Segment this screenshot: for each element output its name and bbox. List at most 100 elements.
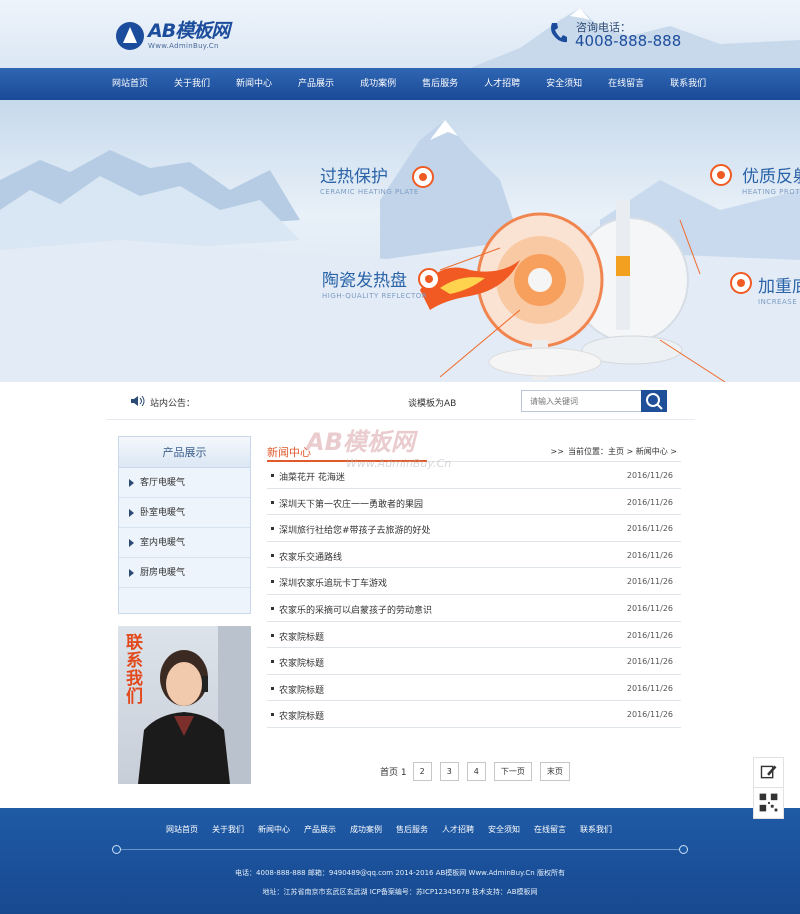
next-page-button[interactable]: 下一页 bbox=[493, 762, 532, 781]
qr-code-button[interactable] bbox=[753, 788, 784, 819]
news-row-title: 油菜花开 花海迷 bbox=[279, 473, 345, 483]
nav-item-service[interactable]: 售后服务 bbox=[422, 68, 458, 100]
nav-item-about[interactable]: 关于我们 bbox=[174, 68, 210, 100]
news-row[interactable]: 农家院标题 2016/11/26 bbox=[267, 648, 681, 675]
logo-mark-icon bbox=[116, 22, 144, 50]
news-row[interactable]: 农家院标题 2016/11/26 bbox=[267, 622, 681, 649]
news-row-date: 2016/11/26 bbox=[626, 524, 673, 534]
sidebar-item-living-room[interactable]: 客厅电暖气 bbox=[119, 468, 250, 498]
news-row[interactable]: 深圳天下第一农庄一一勇敢者的果园 2016/11/26 bbox=[267, 489, 681, 516]
news-row-date: 2016/11/26 bbox=[626, 657, 673, 667]
nav-item-home[interactable]: 网站首页 bbox=[112, 68, 148, 100]
sidebar-item-kitchen[interactable]: 厨房电暖气 bbox=[119, 558, 250, 588]
bullet-icon bbox=[271, 606, 274, 610]
footer-nav-service[interactable]: 售后服务 bbox=[396, 824, 428, 835]
divider-circle-icon bbox=[679, 845, 688, 854]
sidebar-item-bedroom[interactable]: 卧室电暖气 bbox=[119, 498, 250, 528]
footer-nav-home[interactable]: 网站首页 bbox=[166, 824, 198, 835]
news-row-title: 深圳旅行社给您#带孩子去旅游的好处 bbox=[279, 526, 431, 537]
news-row[interactable]: 农家院标题 2016/11/26 bbox=[267, 675, 681, 702]
sidebar-item-indoor[interactable]: 室内电暖气 bbox=[119, 528, 250, 558]
feature-ceramic-title: 陶瓷发热盘 bbox=[322, 271, 407, 291]
hero-banner[interactable]: 过热保护 CERAMIC HEATING PLATE 陶瓷发热盘 HIGH-QU… bbox=[0, 100, 800, 382]
news-row-title: 农家乐交通路线 bbox=[279, 552, 343, 563]
sidebar-item-label: 客厅电暖气 bbox=[140, 477, 186, 488]
nav-item-safety[interactable]: 安全须知 bbox=[546, 68, 582, 100]
news-row[interactable]: 农家乐交通路线 2016/11/26 bbox=[267, 542, 681, 569]
breadcrumb-text: 当前位置：主页 > 新闻中心 > bbox=[567, 447, 677, 456]
contact-us-text: 联系我们 bbox=[126, 633, 143, 707]
news-row-date: 2016/11/26 bbox=[626, 577, 673, 587]
bullet-icon bbox=[271, 660, 274, 664]
feature-ceramic: 陶瓷发热盘 HIGH-QUALITY REFLECTOR bbox=[322, 266, 440, 300]
edit-icon bbox=[760, 765, 777, 779]
notice-message[interactable]: 谈模板为AB bbox=[408, 396, 456, 409]
news-row-date: 2016/11/26 bbox=[626, 550, 673, 560]
feature-base-dot-icon bbox=[730, 272, 752, 294]
news-row[interactable]: 农家院标题 2016/11/26 bbox=[267, 701, 681, 728]
footer-nav-message[interactable]: 在线留言 bbox=[534, 824, 566, 835]
bullet-icon bbox=[271, 633, 274, 637]
feature-ceramic-sub: HIGH-QUALITY REFLECTOR bbox=[322, 292, 428, 300]
news-row-date: 2016/11/26 bbox=[626, 630, 673, 640]
news-row-title: 农家院标题 bbox=[279, 685, 325, 696]
footer-nav-cases[interactable]: 成功案例 bbox=[350, 824, 382, 835]
feature-overheat-sub: CERAMIC HEATING PLATE bbox=[320, 188, 419, 196]
footer-nav-jobs[interactable]: 人才招聘 bbox=[442, 824, 474, 835]
notice-label: 站内公告： bbox=[150, 399, 196, 409]
feature-reflector-title: 优质反射 bbox=[742, 167, 800, 187]
logo-name: AB模板网 bbox=[148, 20, 230, 42]
footer-nav-news[interactable]: 新闻中心 bbox=[258, 824, 290, 835]
site-footer: 网站首页 关于我们 新闻中心 产品展示 成功案例 售后服务 人才招聘 安全须知 … bbox=[0, 808, 800, 914]
news-row-date: 2016/11/26 bbox=[626, 710, 673, 720]
phone-icon bbox=[551, 23, 567, 43]
footer-nav-safety[interactable]: 安全须知 bbox=[488, 824, 520, 835]
hotline-number: 4008-888-888 bbox=[575, 32, 682, 50]
bullet-icon bbox=[271, 580, 274, 584]
triangle-right-icon bbox=[129, 478, 134, 487]
bullet-icon bbox=[271, 527, 274, 531]
footer-nav-about[interactable]: 关于我们 bbox=[212, 824, 244, 835]
news-title: 新闻中心 bbox=[267, 446, 311, 459]
page-3-button[interactable]: 3 bbox=[439, 762, 459, 781]
news-row-title: 农家院标题 bbox=[279, 712, 325, 723]
news-row-title: 农家乐的采摘可以启蒙孩子的劳动意识 bbox=[279, 605, 433, 616]
feature-overheat-title: 过热保护 bbox=[320, 167, 388, 187]
news-row[interactable]: 深圳旅行社给您#带孩子去旅游的好处 2016/11/26 bbox=[267, 515, 681, 542]
news-row[interactable]: 深圳农家乐追玩卡丁车游戏 2016/11/26 bbox=[267, 568, 681, 595]
bullet-icon bbox=[271, 500, 274, 504]
search-button[interactable] bbox=[641, 390, 667, 412]
footer-contact-line: 电话：4008-888-888 邮箱：9490489@qq.com 2014-2… bbox=[235, 869, 565, 877]
news-row-date: 2016/11/26 bbox=[626, 683, 673, 693]
footer-divider bbox=[112, 845, 688, 854]
banner-scene-image bbox=[0, 120, 800, 382]
search-input[interactable] bbox=[522, 391, 640, 411]
news-row-date: 2016/11/26 bbox=[626, 603, 673, 613]
nav-item-products[interactable]: 产品展示 bbox=[298, 68, 334, 100]
search-box bbox=[521, 390, 667, 412]
feature-base: 加重底 INCREASE BASE bbox=[728, 272, 800, 306]
news-row-date: 2016/11/26 bbox=[626, 471, 673, 480]
page-4-button[interactable]: 4 bbox=[466, 762, 486, 781]
nav-item-message[interactable]: 在线留言 bbox=[608, 68, 644, 100]
footer-nav-products[interactable]: 产品展示 bbox=[304, 824, 336, 835]
bullet-icon bbox=[271, 553, 274, 557]
news-row[interactable]: 油菜花开 花海迷 2016/11/26 bbox=[267, 462, 681, 489]
nav-item-contact[interactable]: 联系我们 bbox=[670, 68, 706, 100]
nav-item-jobs[interactable]: 人才招聘 bbox=[484, 68, 520, 100]
nav-item-news[interactable]: 新闻中心 bbox=[236, 68, 272, 100]
breadcrumb-icon: >> bbox=[550, 447, 564, 456]
footer-nav-contact[interactable]: 联系我们 bbox=[580, 824, 612, 835]
footer-nav: 网站首页 关于我们 新闻中心 产品展示 成功案例 售后服务 人才招聘 安全须知 … bbox=[166, 824, 626, 835]
feature-reflector: 优质反射 HEATING PROTECTION bbox=[710, 162, 800, 196]
feedback-button[interactable] bbox=[753, 757, 784, 788]
site-logo[interactable]: AB模板网 Www.AdminBuy.Cn bbox=[116, 20, 230, 50]
feature-overheat: 过热保护 CERAMIC HEATING PLATE bbox=[320, 162, 434, 196]
bullet-icon bbox=[271, 474, 274, 477]
nav-item-cases[interactable]: 成功案例 bbox=[360, 68, 396, 100]
breadcrumb[interactable]: >> 当前位置：主页 > 新闻中心 > bbox=[551, 446, 677, 457]
last-page-button[interactable]: 末页 bbox=[539, 762, 570, 781]
news-row[interactable]: 农家乐的采摘可以启蒙孩子的劳动意识 2016/11/26 bbox=[267, 595, 681, 622]
page-2-button[interactable]: 2 bbox=[412, 762, 432, 781]
contact-us-banner[interactable]: 联系我们 bbox=[118, 626, 251, 784]
